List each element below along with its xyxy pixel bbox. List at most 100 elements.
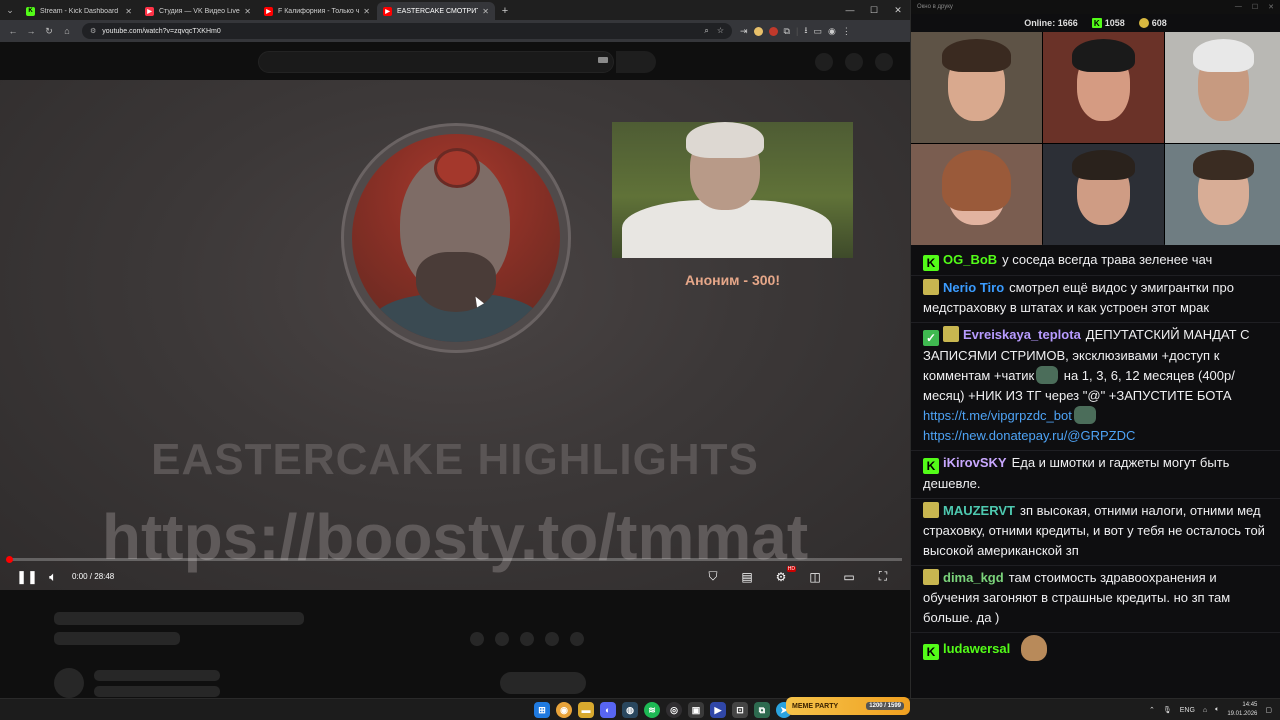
zoom-icon[interactable]: ⌕ (704, 26, 708, 36)
chat-username[interactable]: MAUZERVT (943, 503, 1015, 518)
chat-window-controls: — ☐ ✕ (1235, 3, 1274, 11)
reload-icon[interactable]: ↻ (40, 26, 58, 37)
tab-search-button[interactable]: ⌄ (0, 0, 20, 20)
minimize-icon[interactable]: — (1235, 3, 1242, 11)
tab-california[interactable]: ▶ F Калифорния - Только что пр ✕ (258, 2, 376, 20)
overlay-title: EASTERCAKE HIGHLIGHTS (151, 435, 759, 484)
network-icon[interactable]: ⌂ (1203, 707, 1207, 714)
pause-icon[interactable]: ❚❚ (14, 569, 40, 585)
webcam-tile (911, 32, 1042, 143)
extension-red-icon[interactable] (768, 26, 778, 36)
extension-yellow-icon[interactable] (753, 26, 763, 36)
tab-bar: ⌄ K Stream - Kick Dashboard ✕ ▶ Студия —… (0, 0, 910, 20)
forward-icon[interactable]: → (22, 26, 40, 36)
keyboard-icon[interactable] (598, 57, 608, 63)
donation-caption: Аноним - 300! (685, 272, 780, 288)
search-input[interactable] (258, 51, 614, 73)
spotify-icon[interactable]: ≋ (644, 702, 660, 718)
chat-link[interactable]: https://t.me/vipgrpzdc_bot (923, 408, 1072, 423)
coin-icon (1138, 18, 1149, 29)
app-icon[interactable]: ⧉ (754, 702, 770, 718)
home-icon[interactable]: ⌂ (58, 26, 76, 36)
video-player[interactable]: Аноним - 300! EASTERCAKE HIGHLIGHTS http… (0, 80, 910, 590)
close-icon[interactable]: ✕ (125, 7, 132, 16)
chat-username[interactable]: dima_kgd (943, 570, 1004, 585)
app-icon[interactable]: ⊡ (732, 702, 748, 718)
chat-username[interactable]: iKirovSKY (943, 455, 1007, 470)
subtitles-icon[interactable]: ▤ (734, 570, 760, 584)
volume-icon[interactable]: 🔈︎ (1215, 706, 1219, 714)
miniplayer-icon[interactable]: ◫ (802, 570, 828, 584)
chat-link[interactable]: https://new.donatepay.ru/@GRPZDC (923, 428, 1135, 443)
download-icon[interactable]: ⭳ (804, 23, 807, 39)
close-icon[interactable]: ✕ (363, 7, 370, 16)
discord-icon[interactable]: ◐ (600, 702, 616, 718)
extensions-puzzle-icon[interactable]: ⧉ (784, 26, 790, 37)
subscriber-badge-icon (943, 326, 959, 342)
steam-icon[interactable]: ◍ (622, 702, 638, 718)
profile-icon[interactable]: ◉ (828, 26, 836, 37)
chat-messages[interactable]: K OG_BoB у соседа всегда трава зеленее чач… (911, 248, 1280, 688)
shield-icon[interactable]: ⛉ (700, 569, 726, 584)
progress-scrubber[interactable] (6, 556, 13, 563)
tab-vk-video[interactable]: ▶ Студия — VK Видео Live ✕ (139, 2, 257, 20)
extensions-area: ⇥ ⧉ | ⭳ ▭ ◉ ⋮ (740, 23, 851, 39)
video-details-loading (0, 590, 910, 698)
language-indicator[interactable]: ENG (1180, 707, 1195, 714)
maximize-icon[interactable]: ☐ (862, 5, 886, 16)
obs-icon[interactable]: ◎ (666, 702, 682, 718)
close-icon[interactable]: ✕ (244, 7, 251, 16)
settings-gear-icon[interactable]: ⚙ (768, 565, 796, 584)
back-icon[interactable]: ← (4, 26, 22, 36)
close-icon[interactable]: ✕ (482, 7, 489, 16)
maximize-icon[interactable]: ☐ (1252, 3, 1258, 11)
theater-mode-icon[interactable]: ▭ (836, 570, 862, 584)
volume-icon[interactable]: 🔈︎ (40, 569, 66, 585)
tab-kick-dashboard[interactable]: K Stream - Kick Dashboard ✕ (20, 2, 138, 20)
chat-text: у соседа всегда трава зеленее чач (1002, 252, 1213, 267)
notifications-icon[interactable] (845, 53, 863, 71)
meme-party-widget[interactable]: MEME PARTY 1200 / 1599 (786, 697, 910, 715)
avatar-image (352, 134, 560, 342)
chrome-icon[interactable]: ◉ (556, 702, 572, 718)
address-bar[interactable]: ⚙ youtube.com/watch?v=zqvqcTXKHm0 ⌕ ☆ (82, 23, 732, 39)
chat-message: K OG_BoB у соседа всегда трава зеленее чач (911, 248, 1280, 276)
emote-icon (1073, 406, 1096, 424)
online-count: 1666 (1057, 18, 1078, 28)
fullscreen-icon[interactable]: ⛶ (870, 569, 896, 584)
clock[interactable]: 14:45 19.01.2026 (1227, 701, 1257, 719)
taskbar-apps: ⊞ ◉ ▬ ◐ ◍ ≋ ◎ ▣ ▶ ⊡ ⧉ ➤ (534, 702, 792, 718)
menu-dots-icon[interactable]: ⋮ (842, 26, 851, 37)
app-icon[interactable]: ▣ (688, 702, 704, 718)
file-explorer-icon[interactable]: ▬ (578, 702, 594, 718)
chat-username[interactable]: OG_BoB (943, 252, 997, 267)
tray-chevron-icon[interactable]: ⌃ (1149, 706, 1155, 714)
webcam-grid (911, 32, 1280, 245)
bookmark-star-icon[interactable]: ☆ (717, 26, 724, 36)
chat-username[interactable]: ludawersal (943, 641, 1010, 656)
chat-username[interactable]: Evreiskaya_teplota (963, 327, 1081, 342)
action-placeholder (470, 632, 484, 646)
chat-message: dima_kgd там стоимость здравоохранения и … (911, 566, 1280, 633)
windows-start-icon[interactable]: ⊞ (534, 702, 550, 718)
microphone-icon[interactable]: 🎙︎ (1163, 706, 1172, 714)
media-player-icon[interactable]: ▶ (710, 702, 726, 718)
progress-bar[interactable] (8, 558, 902, 561)
site-info-icon[interactable]: ⚙ (90, 27, 96, 35)
chat-username[interactable]: Nerio Tiro (943, 280, 1004, 295)
time-display: 0:00 / 28:48 (72, 572, 115, 581)
action-placeholder (495, 632, 509, 646)
close-icon[interactable]: ✕ (1268, 3, 1274, 11)
window-controls: — ☐ ✕ (838, 0, 910, 20)
extension-icon[interactable]: ⇥ (740, 26, 748, 37)
new-tab-button[interactable]: + (496, 2, 514, 20)
cast-icon[interactable]: ▭ (813, 26, 822, 37)
tab-eastercake[interactable]: ▶ EASTERCAKE СМОТРИТ В ДУ ✕ (377, 2, 495, 20)
create-icon[interactable] (815, 53, 833, 71)
youtube-icon: ▶ (264, 6, 273, 16)
notifications-icon[interactable]: ▢ (1265, 706, 1272, 714)
avatar[interactable] (875, 53, 893, 71)
minimize-icon[interactable]: — (838, 5, 862, 15)
search-button[interactable] (616, 51, 656, 73)
close-window-icon[interactable]: ✕ (886, 5, 910, 16)
